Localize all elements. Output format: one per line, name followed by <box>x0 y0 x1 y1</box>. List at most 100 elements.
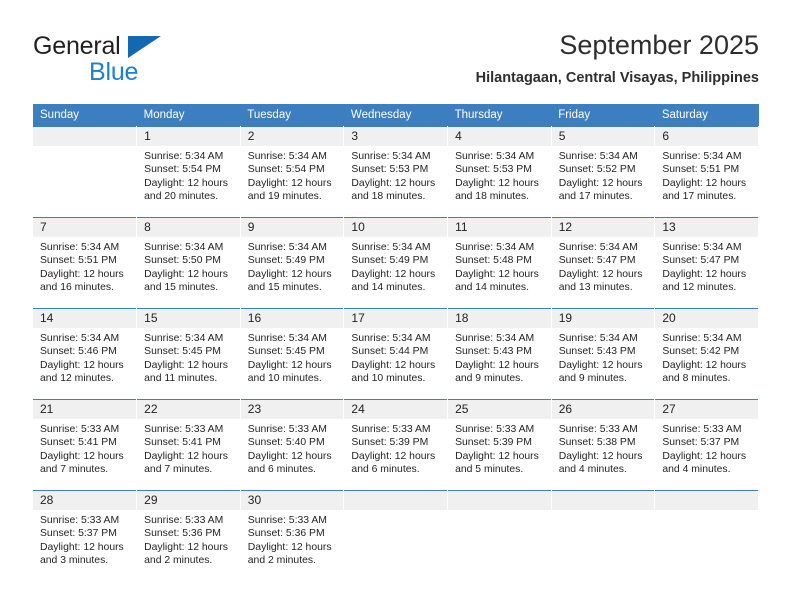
page-subtitle: Hilantagaan, Central Visayas, Philippine… <box>475 70 759 86</box>
calendar-day-cell[interactable]: 20 Sunrise: 5:34 AM Sunset: 5:42 PM Dayligh… <box>654 308 759 400</box>
day-details: Sunrise: 5:34 AM Sunset: 5:49 PM Daylight:… <box>241 237 344 295</box>
calendar-day-cell[interactable]: 23 Sunrise: 5:33 AM Sunset: 5:40 PM Dayligh… <box>240 399 345 491</box>
logo-secondary-text: Blue <box>89 58 139 86</box>
weekday-header-wednesday: Wednesday <box>343 104 448 127</box>
sunrise-text: Sunrise: 5:34 AM <box>247 151 327 162</box>
day-details: Sunrise: 5:34 AM Sunset: 5:49 PM Daylight:… <box>344 237 447 295</box>
calendar-day-cell[interactable]: 22 Sunrise: 5:33 AM Sunset: 5:41 PM Dayligh… <box>136 399 241 491</box>
sunrise-text: Sunrise: 5:33 AM <box>662 424 742 435</box>
sunrise-text: Sunrise: 5:34 AM <box>351 242 431 253</box>
calendar-day-cell[interactable]: 27 Sunrise: 5:33 AM Sunset: 5:37 PM Dayligh… <box>654 399 759 491</box>
weekday-header-friday: Friday <box>551 104 655 127</box>
day-details: Sunrise: 5:34 AM Sunset: 5:52 PM Daylight:… <box>552 146 655 204</box>
calendar-day-cell[interactable]: 12 Sunrise: 5:34 AM Sunset: 5:47 PM Dayligh… <box>551 217 656 309</box>
day-details: Sunrise: 5:33 AM Sunset: 5:36 PM Daylight:… <box>137 510 240 568</box>
calendar-page: General Blue September 2025 Hilantagaan,… <box>0 0 792 612</box>
day-number: 23 <box>240 400 344 419</box>
day-number: 12 <box>551 218 655 237</box>
day-number: 28 <box>33 491 137 510</box>
day-number <box>344 491 448 510</box>
day-number: 24 <box>344 400 448 419</box>
calendar-day-cell[interactable]: 9 Sunrise: 5:34 AM Sunset: 5:49 PM Daylight… <box>240 217 345 309</box>
day-details: Sunrise: 5:34 AM Sunset: 5:53 PM Daylight:… <box>448 146 551 204</box>
calendar-day-cell[interactable]: 10 Sunrise: 5:34 AM Sunset: 5:49 PM Dayligh… <box>343 217 449 309</box>
sunset-text: Sunset: 5:49 PM <box>247 255 325 267</box>
sunset-text: Sunset: 5:54 PM <box>247 164 325 176</box>
calendar-day-cell[interactable]: 16 Sunrise: 5:34 AM Sunset: 5:45 PM Dayligh… <box>240 308 345 400</box>
day-number: 2 <box>240 127 344 146</box>
daylight-text: Daylight: 12 hours and 9 minutes. <box>455 359 539 385</box>
day-details: Sunrise: 5:33 AM Sunset: 5:37 PM Daylight:… <box>655 419 758 477</box>
sunset-text: Sunset: 5:39 PM <box>351 437 429 449</box>
calendar-day-cell[interactable]: 1 Sunrise: 5:34 AM Sunset: 5:54 PM Daylight… <box>136 126 241 218</box>
day-number: 9 <box>240 218 344 237</box>
calendar-day-cell[interactable]: 11 Sunrise: 5:34 AM Sunset: 5:48 PM Dayligh… <box>447 217 552 309</box>
calendar-day-cell[interactable]: 2 Sunrise: 5:34 AM Sunset: 5:54 PM Daylight… <box>240 126 345 218</box>
calendar-day-cell[interactable]: 24 Sunrise: 5:33 AM Sunset: 5:39 PM Dayligh… <box>343 399 449 491</box>
general-blue-logo[interactable]: General Blue <box>33 32 223 90</box>
sunset-text: Sunset: 5:42 PM <box>662 346 740 358</box>
sunrise-text: Sunrise: 5:33 AM <box>558 424 638 435</box>
calendar-week-row: 21 Sunrise: 5:33 AM Sunset: 5:41 PM Dayligh… <box>33 399 759 491</box>
sunrise-text: Sunrise: 5:34 AM <box>40 242 120 253</box>
sunrise-text: Sunrise: 5:34 AM <box>662 242 742 253</box>
calendar-day-cell[interactable]: 19 Sunrise: 5:34 AM Sunset: 5:43 PM Dayligh… <box>551 308 656 400</box>
day-details: Sunrise: 5:34 AM Sunset: 5:51 PM Daylight:… <box>33 237 136 295</box>
day-details: Sunrise: 5:34 AM Sunset: 5:51 PM Daylight:… <box>655 146 758 204</box>
daylight-text: Daylight: 12 hours and 7 minutes. <box>144 450 228 476</box>
sunset-text: Sunset: 5:36 PM <box>144 528 221 540</box>
calendar-day-cell[interactable]: 21 Sunrise: 5:33 AM Sunset: 5:41 PM Dayligh… <box>33 399 138 491</box>
day-number: 8 <box>137 218 240 237</box>
day-number: 14 <box>33 309 137 328</box>
calendar-week-row: 1 Sunrise: 5:34 AM Sunset: 5:54 PM Daylight… <box>33 126 759 218</box>
title-block: September 2025 Hilantagaan, Central Visa… <box>476 28 759 88</box>
sunset-text: Sunset: 5:36 PM <box>247 528 325 540</box>
day-details: Sunrise: 5:33 AM Sunset: 5:39 PM Daylight:… <box>448 419 551 477</box>
day-number: 10 <box>344 218 448 237</box>
day-number: 5 <box>551 127 655 146</box>
day-details: Sunrise: 5:33 AM Sunset: 5:37 PM Daylight:… <box>33 510 136 568</box>
calendar-day-cell[interactable]: 7 Sunrise: 5:34 AM Sunset: 5:51 PM Daylight… <box>33 217 138 309</box>
daylight-text: Daylight: 12 hours and 15 minutes. <box>144 268 228 294</box>
sunset-text: Sunset: 5:40 PM <box>247 437 325 449</box>
calendar-day-cell[interactable]: 30 Sunrise: 5:33 AM Sunset: 5:36 PM Dayligh… <box>240 490 345 581</box>
daylight-text: Daylight: 12 hours and 4 minutes. <box>662 450 747 476</box>
calendar-day-cell[interactable]: 25 Sunrise: 5:33 AM Sunset: 5:39 PM Dayligh… <box>447 399 552 491</box>
daylight-text: Daylight: 12 hours and 11 minutes. <box>144 359 228 385</box>
calendar-day-cell[interactable]: 28 Sunrise: 5:33 AM Sunset: 5:37 PM Dayligh… <box>33 490 138 581</box>
calendar-day-cell[interactable]: 5 Sunrise: 5:34 AM Sunset: 5:52 PM Daylight… <box>551 126 656 218</box>
day-details: Sunrise: 5:33 AM Sunset: 5:39 PM Daylight:… <box>344 419 447 477</box>
day-number: 19 <box>551 309 655 328</box>
sunset-text: Sunset: 5:41 PM <box>144 437 221 449</box>
calendar-day-cell[interactable]: 13 Sunrise: 5:34 AM Sunset: 5:47 PM Dayligh… <box>654 217 759 309</box>
calendar-day-cell[interactable]: 17 Sunrise: 5:34 AM Sunset: 5:44 PM Dayligh… <box>343 308 449 400</box>
day-details: Sunrise: 5:34 AM Sunset: 5:46 PM Daylight:… <box>33 328 136 386</box>
calendar-day-cell[interactable]: 29 Sunrise: 5:33 AM Sunset: 5:36 PM Dayligh… <box>136 490 241 581</box>
weekday-header-monday: Monday <box>136 104 241 127</box>
sunrise-text: Sunrise: 5:34 AM <box>144 333 224 344</box>
daylight-text: Daylight: 12 hours and 20 minutes. <box>144 177 228 203</box>
sunset-text: Sunset: 5:45 PM <box>144 346 221 358</box>
calendar-day-cell[interactable]: 8 Sunrise: 5:34 AM Sunset: 5:50 PM Daylight… <box>136 217 241 309</box>
daylight-text: Daylight: 12 hours and 12 minutes. <box>662 268 747 294</box>
sunset-text: Sunset: 5:52 PM <box>558 164 636 176</box>
daylight-text: Daylight: 12 hours and 2 minutes. <box>144 541 228 567</box>
daylight-text: Daylight: 12 hours and 6 minutes. <box>351 450 436 476</box>
sunrise-text: Sunrise: 5:34 AM <box>144 151 224 162</box>
calendar-day-cell[interactable]: 6 Sunrise: 5:34 AM Sunset: 5:51 PM Daylight… <box>654 126 759 218</box>
calendar-day-cell[interactable]: 15 Sunrise: 5:34 AM Sunset: 5:45 PM Dayligh… <box>136 308 241 400</box>
calendar-day-cell[interactable]: 26 Sunrise: 5:33 AM Sunset: 5:38 PM Dayligh… <box>551 399 656 491</box>
day-number <box>448 491 551 510</box>
day-number: 25 <box>448 400 551 419</box>
calendar-day-cell[interactable]: 18 Sunrise: 5:34 AM Sunset: 5:43 PM Dayligh… <box>447 308 552 400</box>
daylight-text: Daylight: 12 hours and 14 minutes. <box>351 268 436 294</box>
page-header: General Blue September 2025 Hilantagaan,… <box>33 28 759 98</box>
sunrise-text: Sunrise: 5:33 AM <box>40 424 120 435</box>
daylight-text: Daylight: 12 hours and 19 minutes. <box>247 177 332 203</box>
day-number: 22 <box>137 400 240 419</box>
logo-primary-text: General <box>33 32 121 60</box>
calendar-day-cell[interactable]: 4 Sunrise: 5:34 AM Sunset: 5:53 PM Daylight… <box>447 126 552 218</box>
daylight-text: Daylight: 12 hours and 4 minutes. <box>558 450 643 476</box>
calendar-day-cell[interactable]: 3 Sunrise: 5:34 AM Sunset: 5:53 PM Daylight… <box>343 126 449 218</box>
calendar-day-cell[interactable]: 14 Sunrise: 5:34 AM Sunset: 5:46 PM Dayligh… <box>33 308 138 400</box>
